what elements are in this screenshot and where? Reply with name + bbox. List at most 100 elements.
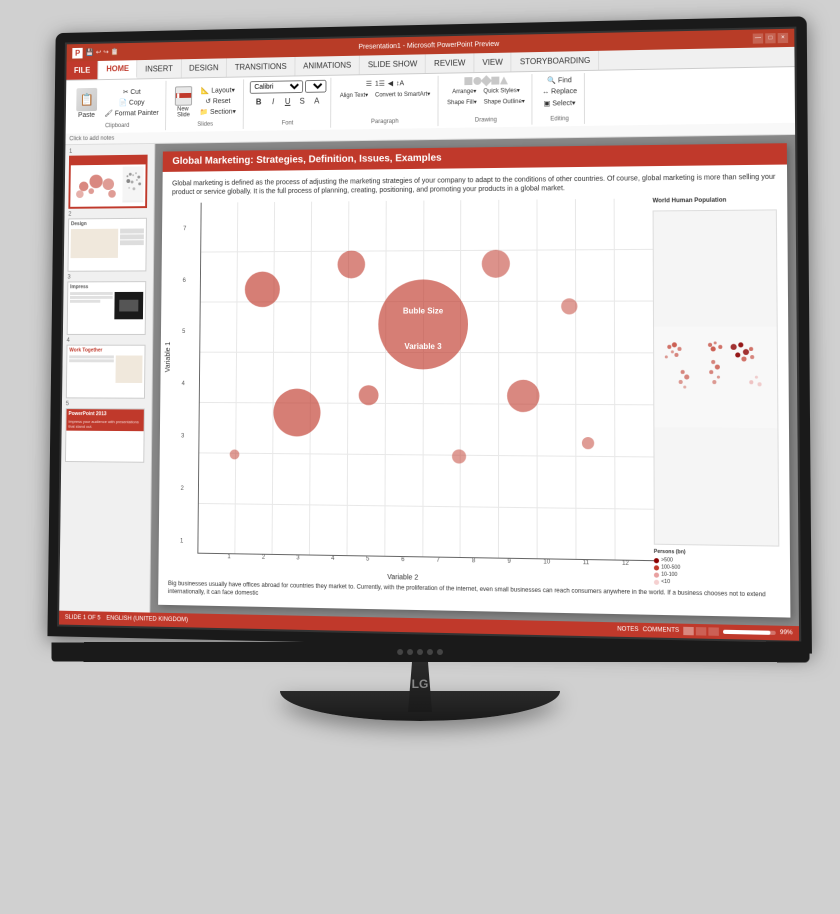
normal-view-button[interactable] xyxy=(683,627,693,636)
slide-thumb-1[interactable]: 1 xyxy=(68,148,150,209)
layout-button[interactable]: 📐 Layout▾ xyxy=(197,85,239,95)
italic-button[interactable]: I xyxy=(266,95,280,107)
new-slide-button[interactable]: ▊ NewSlide xyxy=(172,85,195,119)
shape-4[interactable] xyxy=(491,77,499,85)
quick-styles-button[interactable]: Quick Styles▾ xyxy=(480,86,522,96)
slide-count: SLIDE 1 OF 5 xyxy=(65,615,101,622)
slide-3-text-col xyxy=(70,292,113,319)
section-button[interactable]: 📁 Section▾ xyxy=(197,107,239,117)
slide-panel: 1 xyxy=(59,144,155,613)
tab-view[interactable]: VIEW xyxy=(474,53,511,73)
tab-storyboarding[interactable]: STORYBOARDING xyxy=(512,51,600,72)
minimize-button[interactable]: — xyxy=(753,33,763,43)
slide-1-thumbnail[interactable] xyxy=(68,155,147,209)
shape-1[interactable] xyxy=(464,77,472,85)
tab-design[interactable]: DESIGN xyxy=(181,58,227,77)
tab-insert[interactable]: INSERT xyxy=(137,59,181,78)
slide-4-content: Work Together xyxy=(67,346,145,385)
slide-thumb-3[interactable]: 3 Impress xyxy=(67,274,149,335)
tab-review[interactable]: REVIEW xyxy=(426,53,474,73)
find-button[interactable]: 🔍 Find xyxy=(544,75,575,86)
format-painter-button[interactable]: 🖌Format Painter xyxy=(102,108,162,119)
strikethrough-button[interactable]: S xyxy=(295,95,309,107)
copy-button[interactable]: 📄 Copy xyxy=(102,97,162,108)
slide-4-thumbnail[interactable]: Work Together xyxy=(66,345,146,399)
bubble-center-large xyxy=(378,279,468,369)
notes-button[interactable]: NOTES xyxy=(617,626,638,633)
slide-thumb-4[interactable]: 4 Work Together xyxy=(66,338,149,399)
legend-title: Persons (bn) xyxy=(654,549,780,557)
slide-5-thumbnail[interactable]: PowerPoint 2013 Impress your audience wi… xyxy=(65,408,145,463)
comments-button[interactable]: COMMENTS xyxy=(643,627,679,634)
content-area: Global Marketing: Strategies, Definition… xyxy=(150,135,799,626)
reset-button[interactable]: ↺ Reset xyxy=(197,96,239,106)
align-left-button[interactable]: ◀ xyxy=(387,79,394,89)
underline-button[interactable]: U xyxy=(281,95,295,107)
align-text-button[interactable]: Align Text▾ xyxy=(337,91,371,100)
slide-thumb-2[interactable]: 2 Design xyxy=(68,211,150,272)
tab-slideshow[interactable]: SLIDE SHOW xyxy=(360,54,426,74)
slide-2-body xyxy=(71,229,144,259)
bold-button[interactable]: B xyxy=(252,96,266,108)
monitor-btn-1[interactable] xyxy=(397,649,403,655)
title-bar-controls[interactable]: — □ × xyxy=(753,33,788,44)
slide-3-thumbnail[interactable]: Impress xyxy=(67,281,147,335)
paragraph-group: ☰ 1☰ ◀ ↕A Align Text▾ Convert to SmartAr… xyxy=(333,76,438,128)
status-right: NOTES COMMENTS 99% xyxy=(617,625,793,637)
tab-transitions[interactable]: TRANSITIONS xyxy=(227,57,295,77)
select-button[interactable]: ▣ Select▾ xyxy=(541,98,579,109)
smartart-button[interactable]: Convert to SmartArt▾ xyxy=(372,90,433,100)
paragraph-group-content: ☰ 1☰ ◀ ↕A Align Text▾ Convert to SmartAr… xyxy=(337,78,434,119)
paste-button[interactable]: 📋 Paste xyxy=(73,87,100,120)
zoom-bar[interactable] xyxy=(723,630,776,635)
chart-and-map: Variable 1 1 2 3 4 xyxy=(168,197,780,588)
shape-outline-button[interactable]: Shape Outline▾ xyxy=(481,97,528,107)
paragraph-row-1: ☰ 1☰ ◀ ↕A xyxy=(365,78,405,89)
clipboard-sub-buttons: ✂Cut 📄 Copy 🖌Format Painter xyxy=(102,87,162,119)
editing-label: Editing xyxy=(550,116,569,122)
slide-1-map-svg xyxy=(122,166,143,200)
slide-2-thumbnail[interactable]: Design xyxy=(68,218,147,272)
slide-2-items xyxy=(120,229,144,258)
shapes-row xyxy=(464,76,508,85)
status-left: SLIDE 1 OF 5 ENGLISH (UNITED KINGDOM) xyxy=(65,615,188,624)
slide-thumb-5[interactable]: 5 PowerPoint 2013 Impress your audience … xyxy=(65,401,148,463)
cut-icon: ✂ xyxy=(123,88,129,96)
font-size-selector[interactable]: 12 xyxy=(305,80,327,93)
bubbles-svg: Buble Size Variable 3 xyxy=(198,199,654,561)
paragraph-label: Paragraph xyxy=(371,119,399,125)
maximize-button[interactable]: □ xyxy=(765,33,775,43)
cut-button[interactable]: ✂Cut xyxy=(102,87,162,98)
slide-sorter-button[interactable] xyxy=(696,627,707,636)
slide-2-bg xyxy=(71,229,119,258)
numbering-button[interactable]: 1☰ xyxy=(374,79,386,89)
arrange-button[interactable]: Arrange▾ xyxy=(449,87,479,96)
bubble-8 xyxy=(582,437,594,449)
map-legend: Persons (bn) >500 100-500 xyxy=(654,549,780,588)
tab-file[interactable]: FILE xyxy=(66,61,99,80)
monitor-btn-5[interactable] xyxy=(437,649,443,655)
tab-home[interactable]: HOME xyxy=(99,60,138,79)
font-selector[interactable]: Calibri xyxy=(249,80,302,94)
legend-dot-1 xyxy=(654,558,659,563)
monitor-btn-2[interactable] xyxy=(407,649,413,655)
shape-5[interactable] xyxy=(500,76,508,84)
monitor-btn-3[interactable] xyxy=(417,649,423,655)
shape-fill-button[interactable]: Shape Fill▾ xyxy=(444,98,480,107)
legend-item-4: <10 xyxy=(654,579,780,587)
close-button[interactable]: × xyxy=(778,33,788,43)
font-label: Font xyxy=(282,120,294,126)
shape-2[interactable] xyxy=(473,77,481,85)
bubble-10 xyxy=(452,450,466,464)
reading-view-button[interactable] xyxy=(708,627,719,636)
slide-1-chart xyxy=(72,167,121,203)
bullets-button[interactable]: ☰ xyxy=(365,79,373,89)
tab-animations[interactable]: ANIMATIONS xyxy=(295,56,360,76)
font-color-button[interactable]: A xyxy=(310,95,324,107)
replace-button[interactable]: ↔ Replace xyxy=(539,87,580,97)
monitor-btn-4[interactable] xyxy=(427,649,433,655)
font-group: Calibri 12 B I U S A xyxy=(245,78,331,129)
shape-3[interactable] xyxy=(480,75,491,86)
text-direction-button[interactable]: ↕A xyxy=(395,78,405,88)
slide-1-map xyxy=(122,166,143,202)
